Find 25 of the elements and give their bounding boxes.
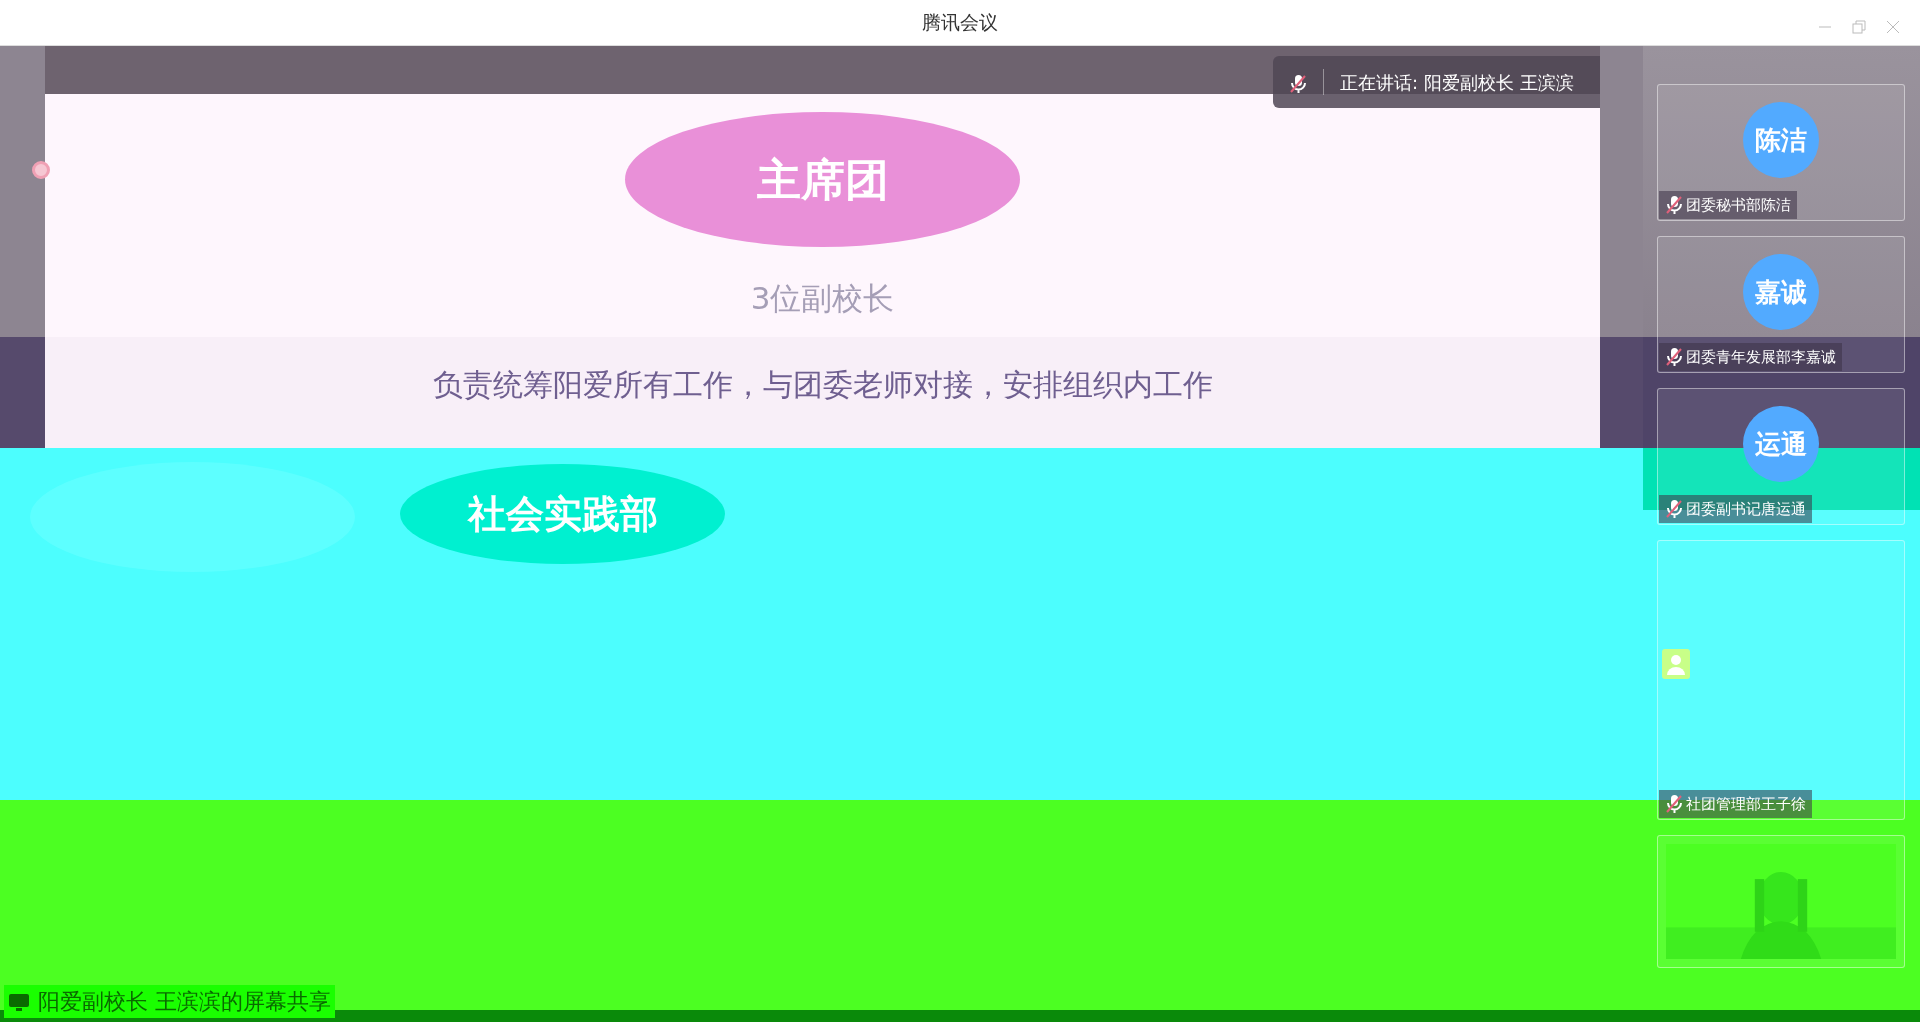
participant-tile[interactable]: 陈洁 团委秘书部陈洁 [1657, 84, 1905, 221]
speaker-text: 正在讲话: 阳爱副校长 王滨滨 [1340, 70, 1574, 95]
screen-share-icon [8, 991, 30, 1012]
slide-heading: 主席团 [625, 112, 1020, 247]
avatar: 陈洁 [1743, 102, 1819, 178]
screen-share-label: 阳爱副校长 王滨滨的屏幕共享 [38, 988, 331, 1016]
participant-name: 团委秘书部陈洁 [1686, 194, 1791, 216]
close-icon [1886, 19, 1900, 34]
participant-tile[interactable] [1657, 835, 1905, 968]
slide-description: 负责统筹阳爱所有工作，与团委老师对接，安排组织内工作 [432, 365, 1213, 404]
avatar: 嘉诚 [1743, 254, 1819, 330]
record-icon [32, 161, 50, 179]
participant-name: 社团管理部王子徐 [1686, 793, 1806, 815]
participant-tile[interactable]: 运通 团委副书记唐运通 [1657, 388, 1905, 525]
restore-icon [1852, 19, 1866, 34]
participant-name: 团委青年发展部李嘉诚 [1686, 346, 1836, 368]
avatar: 运通 [1743, 406, 1819, 482]
minimize-icon [1818, 25, 1832, 28]
window-title: 腾讯会议 [922, 10, 998, 36]
participant-tile[interactable]: 嘉诚 团委青年发展部李嘉诚 [1657, 236, 1905, 373]
participant-tile[interactable]: 社团管理部王子徐 [1657, 540, 1905, 820]
participant-name: 团委副书记唐运通 [1686, 498, 1806, 520]
person-icon [1662, 649, 1690, 679]
slide-heading: 社会实践部 [400, 464, 725, 564]
slide-subtitle: 3位副校长 [750, 279, 895, 318]
